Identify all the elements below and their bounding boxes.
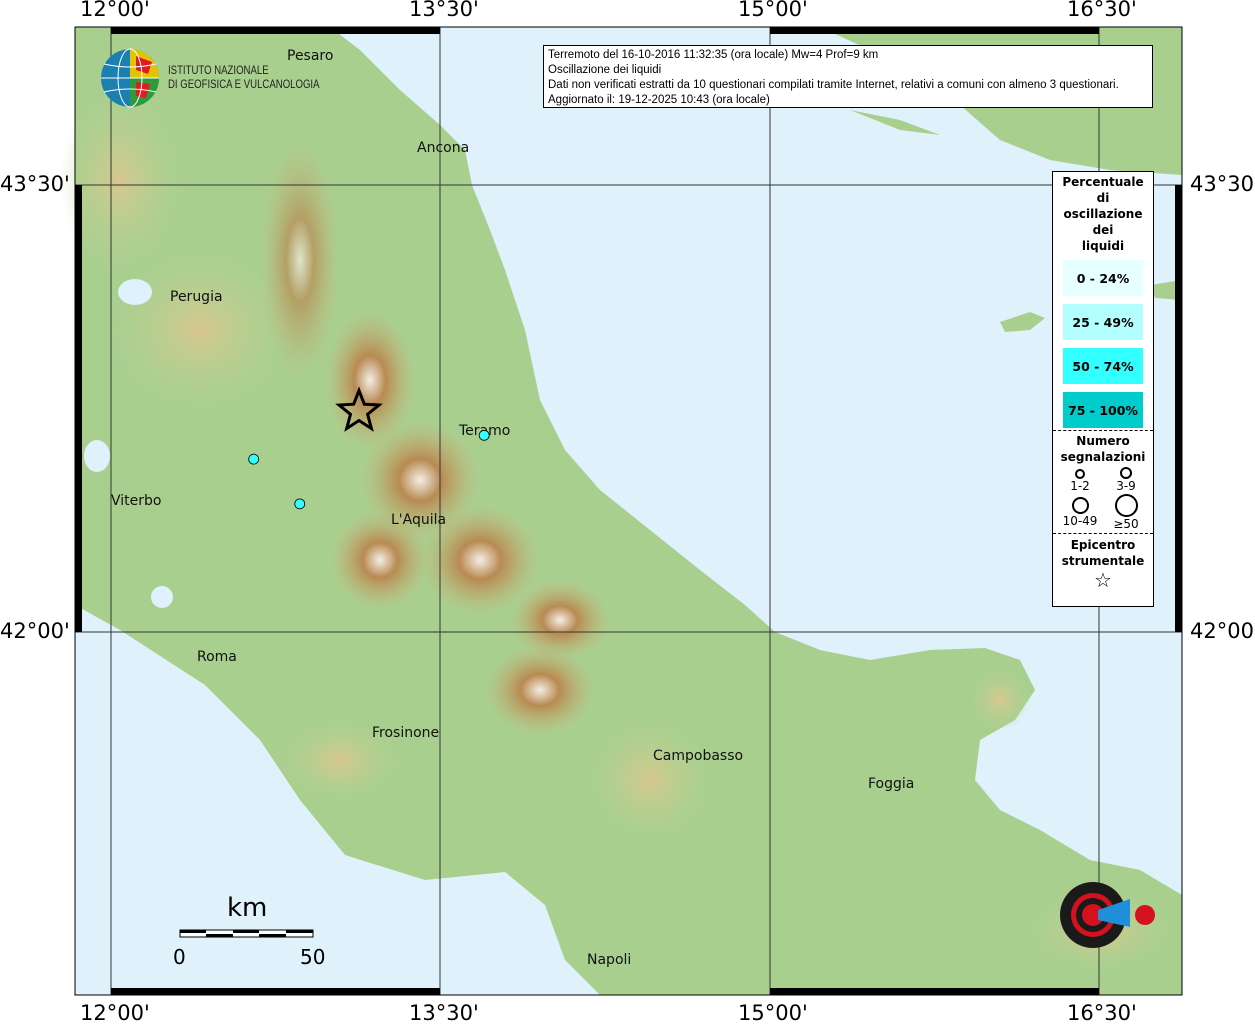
observation-marker[interactable]	[294, 498, 306, 510]
count-label: ≥50	[1113, 517, 1139, 531]
legend-title-line: di	[1096, 191, 1110, 205]
lon-tick-top: 12°00'	[80, 0, 150, 21]
lat-tick-left: 42°00'	[0, 619, 70, 643]
lake-bolsena	[84, 440, 110, 472]
lat-tick-left: 43°30'	[0, 172, 70, 196]
legend-title: Percentuale di oscillazione dei liquidi	[1053, 174, 1153, 254]
city-pesaro: Pesaro	[287, 48, 333, 64]
city-campobasso: Campobasso	[653, 748, 743, 764]
count-label: 10-49	[1062, 514, 1098, 528]
count-legend: 1-2 3-9 10-49 ≥50	[1053, 465, 1153, 531]
ingv-globe-logo	[101, 48, 159, 108]
scale-bar: km 0 50	[173, 893, 325, 969]
data-note: Dati non verificati estratti da 10 quest…	[548, 79, 1119, 91]
legend-divider	[1053, 533, 1153, 534]
lon-tick-bottom: 12°00'	[80, 1001, 150, 1025]
lon-tick-bottom: 16°30'	[1067, 1001, 1137, 1025]
city-ancona: Ancona	[417, 140, 469, 156]
observation-marker[interactable]	[478, 429, 490, 441]
count-title-line: segnalazioni	[1060, 450, 1146, 464]
legend: Percentuale di oscillazione dei liquidi …	[1052, 171, 1154, 607]
map-type: Oscillazione dei liquidi	[548, 64, 662, 76]
legend-class-3: 75 - 100%	[1063, 392, 1143, 428]
city-foggia: Foggia	[868, 776, 914, 792]
legend-title-line: dei	[1092, 223, 1114, 237]
legend-class-1: 25 - 49%	[1063, 304, 1143, 340]
scale-max: 50	[300, 945, 325, 969]
updated-time: Aggiornato il: 19-12-2025 10:43 (ora loc…	[548, 94, 770, 106]
city-laquila: L'Aquila	[391, 512, 446, 528]
legend-title-line: liquidi	[1081, 239, 1125, 253]
lake-bracciano	[151, 586, 173, 608]
circle-large-icon	[1071, 497, 1089, 514]
city-perugia: Perugia	[170, 289, 223, 305]
lon-tick-top: 15°00'	[738, 0, 808, 21]
legend-class-0: 0 - 24%	[1063, 260, 1143, 296]
observation-marker[interactable]	[248, 453, 260, 465]
epicenter-title-line: strumentale	[1061, 554, 1145, 568]
circle-medium-icon	[1120, 467, 1132, 479]
lon-tick-top: 16°30'	[1067, 0, 1137, 21]
lon-tick-bottom: 13°30'	[409, 1001, 479, 1025]
count-label: 1-2	[1070, 479, 1090, 493]
count-title-line: Numero	[1076, 434, 1130, 448]
lat-tick-right: 42°00'	[1190, 619, 1255, 643]
event-title: Terremoto del 16-10-2016 11:32:35 (ora l…	[548, 49, 879, 61]
circle-small-icon	[1075, 469, 1085, 479]
scale-unit: km	[227, 893, 267, 923]
event-info-box: Terremoto del 16-10-2016 11:32:35 (ora l…	[543, 45, 1153, 108]
star-outline-icon: ☆	[1094, 568, 1112, 592]
ingv-logo-text: ISTITUTO NAZIONALE DI GEOFISICA E VULCANO…	[168, 63, 320, 91]
scale-min: 0	[173, 945, 186, 969]
legend-divider	[1053, 430, 1153, 431]
lake-trasimeno	[118, 279, 152, 305]
city-napoli: Napoli	[587, 952, 631, 968]
city-viterbo: Viterbo	[111, 493, 161, 509]
lon-tick-top: 13°30'	[409, 0, 479, 21]
city-frosinone: Frosinone	[372, 725, 439, 741]
epicenter-title-line: Epicentro	[1070, 538, 1136, 552]
circle-xlarge-icon	[1114, 494, 1138, 517]
count-label: 3-9	[1116, 479, 1136, 493]
legend-class-2: 50 - 74%	[1063, 348, 1143, 384]
lat-tick-right: 43°30'	[1190, 172, 1255, 196]
city-roma: Roma	[197, 649, 237, 665]
legend-title-line: oscillazione	[1063, 207, 1143, 221]
lon-tick-bottom: 15°00'	[738, 1001, 808, 1025]
legend-title-line: Percentuale	[1062, 175, 1144, 189]
